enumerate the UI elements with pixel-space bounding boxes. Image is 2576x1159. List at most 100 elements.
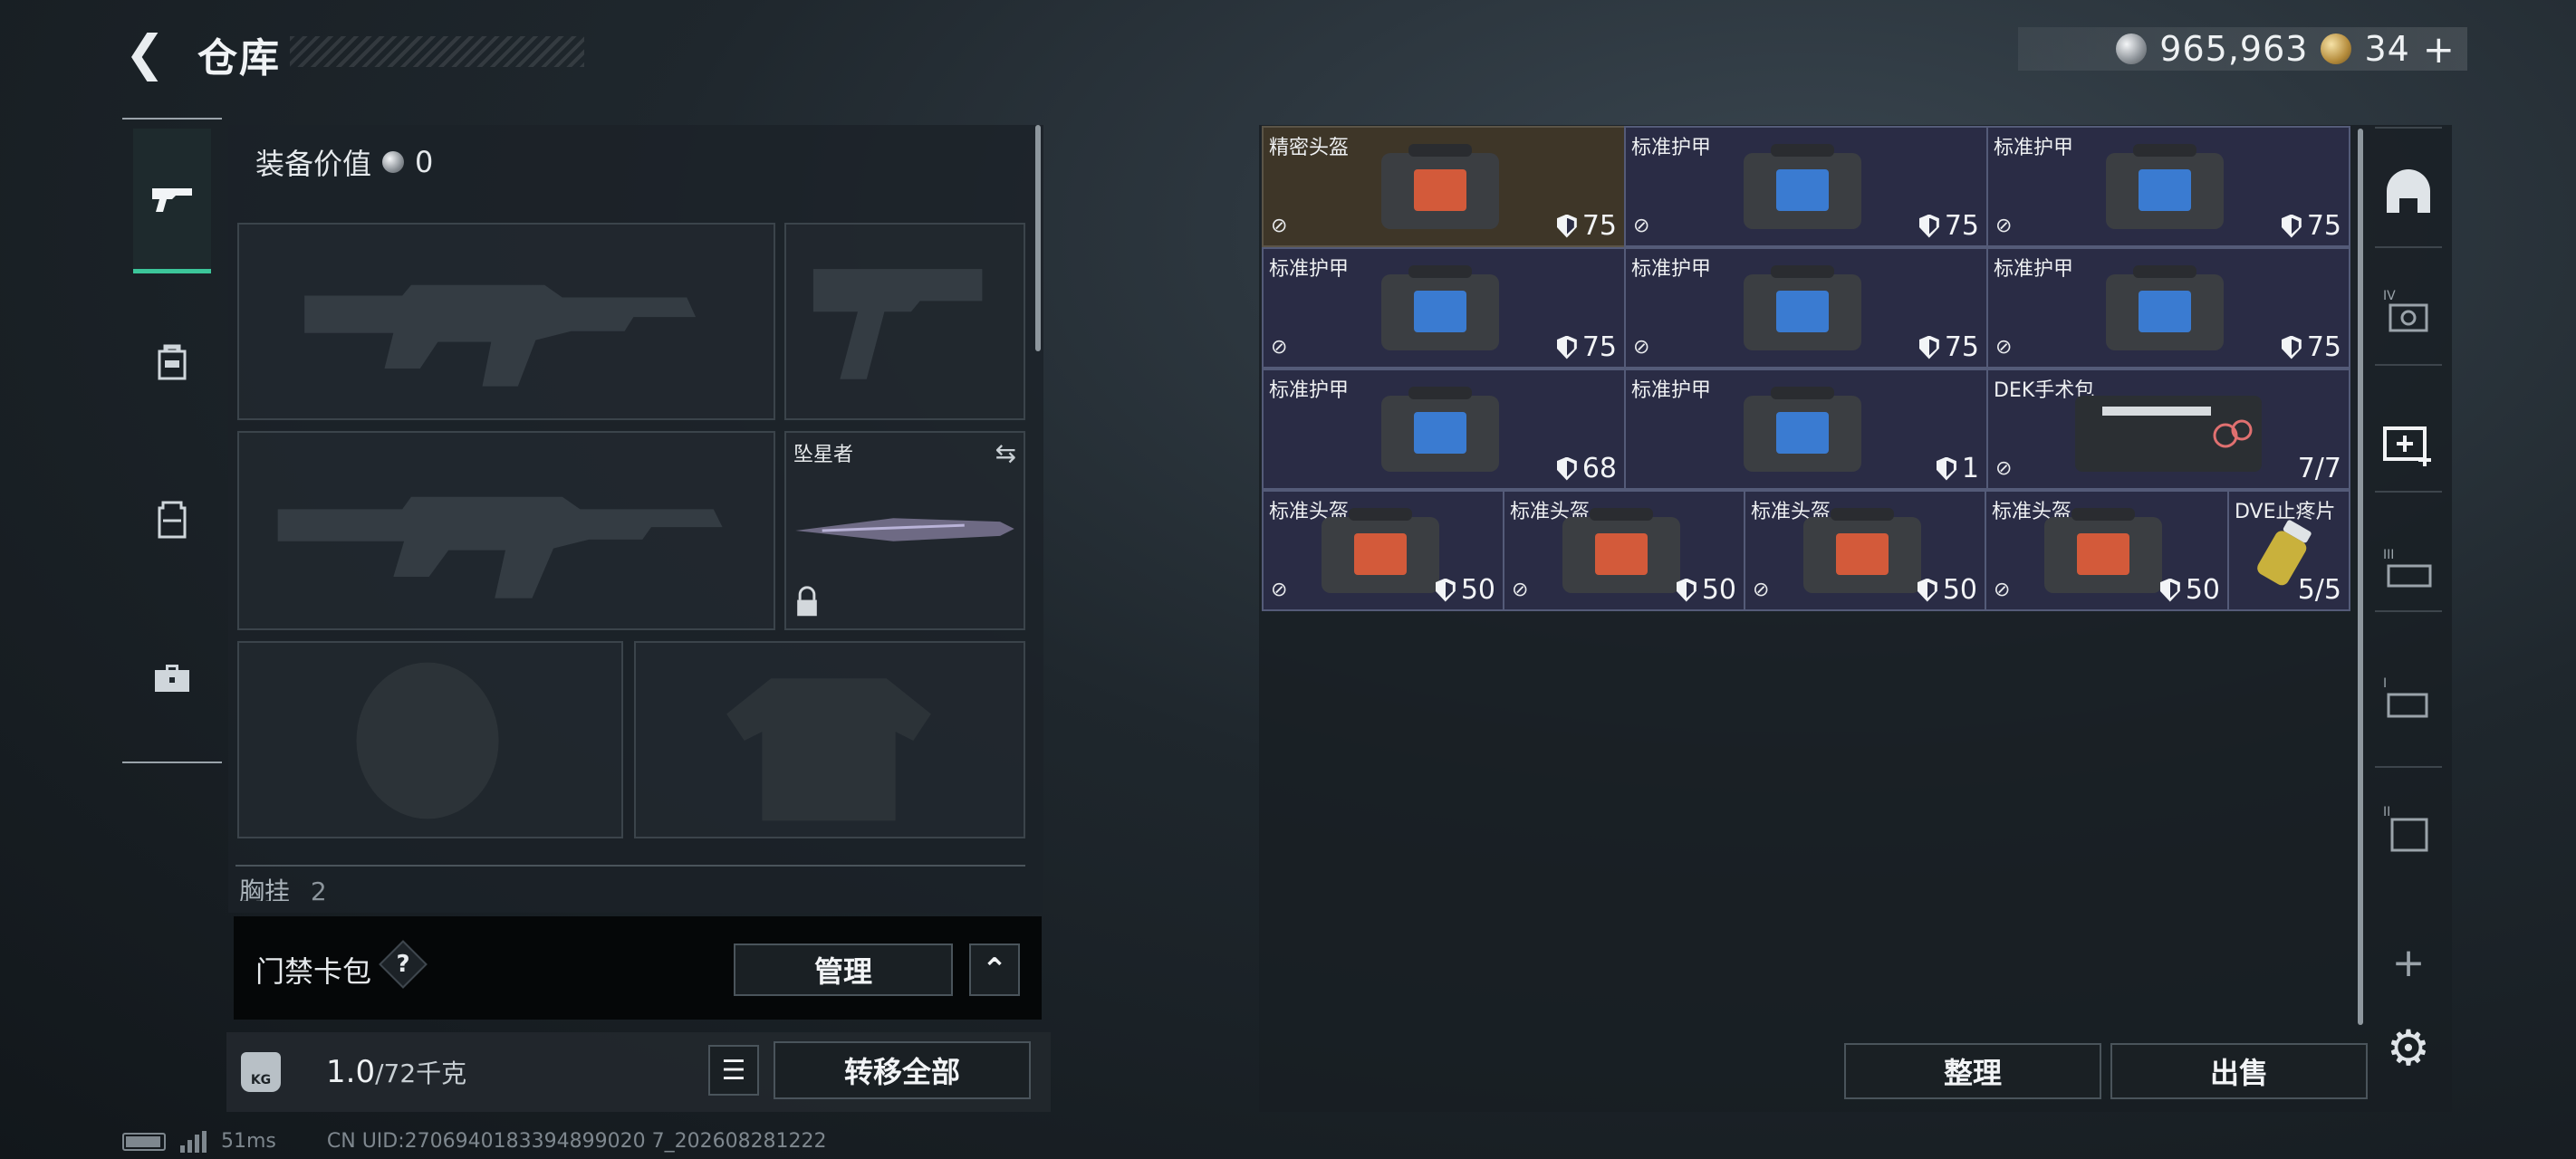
no-bind-icon: ⊘ xyxy=(1271,579,1288,601)
tier4-case-svg: IV xyxy=(2383,289,2428,332)
chest-rig-count: 2 xyxy=(310,876,327,901)
armor-bag-icon xyxy=(1744,144,1861,229)
inventory-scrollbar[interactable] xyxy=(2358,129,2363,1025)
armor-bag-icon xyxy=(2106,144,2224,229)
tab-backpack[interactable] xyxy=(133,290,211,435)
chevron-up-icon[interactable]: ⌃ xyxy=(969,943,1020,996)
primary-weapon-slot[interactable] xyxy=(237,223,775,420)
secondary-weapon-slot[interactable] xyxy=(784,223,1025,420)
ping-text: 51ms xyxy=(221,1130,276,1153)
tier2-case-svg: II xyxy=(2383,805,2428,852)
armor-slot[interactable] xyxy=(634,641,1025,838)
item-name: 标准护甲 xyxy=(1269,379,1350,402)
manage-button[interactable]: 管理 xyxy=(734,943,953,996)
shield-icon xyxy=(1556,456,1577,481)
settings-icon[interactable]: ⚙ xyxy=(2379,1018,2438,1078)
inventory-item[interactable]: 标准头盔 ⊘ 50 xyxy=(1503,490,1745,611)
no-bind-icon: ⊘ xyxy=(1995,457,2013,480)
item-value: 68 xyxy=(1556,453,1617,484)
item-value-text: 5/5 xyxy=(2297,574,2341,606)
item-name: 标准护甲 xyxy=(1269,258,1350,281)
inventory-item[interactable]: 标准头盔 ⊘ 50 xyxy=(1985,490,2229,611)
title-decoration xyxy=(290,36,584,67)
inventory-item[interactable]: 标准头盔 ⊘ 50 xyxy=(1262,490,1504,611)
item-value-text: 50 xyxy=(1942,574,1977,606)
tier1-case-icon[interactable]: I xyxy=(2379,670,2438,730)
inventory-item[interactable]: DEK手术包 ⊘ 7/7 xyxy=(1986,369,2350,490)
item-value: 75 xyxy=(1918,210,1979,242)
armor-bag-icon xyxy=(1381,265,1499,350)
medkit-add-icon[interactable] xyxy=(2379,413,2438,473)
item-value: 50 xyxy=(1676,574,1736,606)
item-value: 5/5 xyxy=(2298,574,2341,606)
lock-icon xyxy=(797,586,817,617)
shield-icon xyxy=(2281,335,2302,359)
equipment-value: 装备价值 0 xyxy=(255,141,433,183)
shield-icon xyxy=(1676,578,1697,602)
side-divider xyxy=(2375,766,2442,768)
shield-icon xyxy=(1917,578,1937,602)
medkit-add-svg xyxy=(2383,426,2431,466)
gold-amount: 34 xyxy=(2364,29,2410,69)
chest-rig-section[interactable]: 胸挂 2 xyxy=(235,865,1025,901)
equipment-scrollbar[interactable] xyxy=(1035,125,1041,351)
silver-coin-icon xyxy=(382,151,405,173)
tab-case[interactable] xyxy=(133,605,211,750)
keycard-label: 门禁卡包 xyxy=(255,954,372,989)
helmet-slot[interactable] xyxy=(237,641,623,838)
helmet-bag-icon xyxy=(1322,508,1439,593)
tabs-bottom-divider xyxy=(122,761,222,763)
inventory-item[interactable]: DVE止疼片 5/5 xyxy=(2227,490,2350,611)
sort-button[interactable]: 整理 xyxy=(1844,1043,2101,1099)
inventory-grid: 精密头盔 ⊘ 75 标准护甲 ⊘ 75 标准护甲 ⊘ 75 标准护甲 ⊘ 75 … xyxy=(1262,126,2350,611)
no-bind-icon: ⊘ xyxy=(1995,336,2013,359)
back-button[interactable]: ❮ xyxy=(118,24,172,81)
secondary-rifle-slot[interactable] xyxy=(237,431,775,630)
tier3-case-svg: III xyxy=(2383,548,2432,588)
help-icon: ? xyxy=(396,951,410,978)
inventory-item[interactable]: 标准头盔 ⊘ 50 xyxy=(1744,490,1986,611)
svg-text:IV: IV xyxy=(2383,289,2396,303)
armor-bag-icon xyxy=(1744,265,1861,350)
list-view-icon[interactable]: ☰ xyxy=(708,1045,759,1096)
side-divider xyxy=(2375,246,2442,248)
melee-slot[interactable]: 坠星者 ⇆ xyxy=(784,431,1025,630)
tab-vest[interactable] xyxy=(133,447,211,592)
tab-weapons[interactable] xyxy=(133,129,211,273)
item-value: 1 xyxy=(1936,453,1979,484)
pistol-icon xyxy=(152,187,192,212)
item-value-text: 50 xyxy=(1701,574,1736,606)
item-value: 75 xyxy=(1918,331,1979,363)
helmet-silhouette-icon xyxy=(356,662,499,819)
tier4-case-icon[interactable]: IV xyxy=(2379,283,2438,342)
item-value-text: 75 xyxy=(1944,210,1979,242)
inventory-item[interactable]: 标准护甲 ⊘ 75 xyxy=(1986,247,2350,369)
item-value-text: 7/7 xyxy=(2297,453,2341,484)
uid-text: CN UID:2706940183394899020 7_20260828122… xyxy=(326,1130,827,1153)
no-bind-icon: ⊘ xyxy=(1994,579,2011,601)
armor-silhouette-icon xyxy=(726,678,931,821)
helmet-rack-icon[interactable] xyxy=(2379,163,2438,223)
inventory-item[interactable]: 标准护甲 ⊘ 75 xyxy=(1624,247,1988,369)
transfer-all-button[interactable]: 转移全部 xyxy=(774,1041,1031,1099)
add-container-button[interactable]: + xyxy=(2379,933,2438,992)
item-value-text: 75 xyxy=(2306,331,2341,363)
silver-amount: 965,963 xyxy=(2159,29,2309,69)
inventory-item[interactable]: 标准护甲 68 xyxy=(1262,369,1626,490)
inventory-item[interactable]: 标准护甲 ⊘ 75 xyxy=(1624,126,1988,247)
inventory-item[interactable]: 标准护甲 ⊘ 75 xyxy=(1986,126,2350,247)
inventory-item[interactable]: 精密头盔 ⊘ 75 xyxy=(1262,126,1626,247)
no-bind-icon: ⊘ xyxy=(1995,215,2013,237)
item-value: 7/7 xyxy=(2298,453,2341,484)
equipment-value-label: 装备价值 xyxy=(255,147,372,181)
keycard-help-button[interactable]: ? xyxy=(379,940,428,989)
sell-button[interactable]: 出售 xyxy=(2110,1043,2368,1099)
inventory-item[interactable]: 标准护甲 ⊘ 75 xyxy=(1262,247,1626,369)
tier2-case-icon[interactable]: II xyxy=(2379,799,2438,858)
inventory-item[interactable]: 标准护甲 1 xyxy=(1624,369,1988,490)
silver-coin-icon xyxy=(2116,34,2148,64)
no-bind-icon: ⊘ xyxy=(1633,215,1650,237)
tier3-case-icon[interactable]: III xyxy=(2379,541,2438,601)
shield-icon xyxy=(1435,578,1456,602)
add-currency-button[interactable]: + xyxy=(2423,27,2455,72)
